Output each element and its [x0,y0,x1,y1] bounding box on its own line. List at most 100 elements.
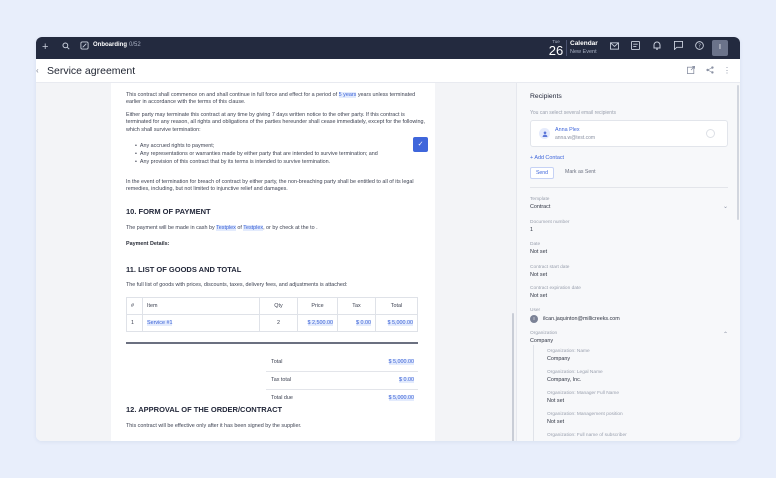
cell-index: 1 [126,314,143,332]
cell-item: Service #1 [142,314,260,332]
person-icon [539,128,550,139]
list-item: • Any provision of this contract that by… [135,158,331,165]
tree-line [533,345,534,441]
recipients-hint: You can select several email recipients [530,110,616,116]
user-avatar[interactable]: I [712,40,728,56]
document-viewer: This contract shall commence on and shal… [36,83,516,441]
total-value: $ 5,000.00 [388,359,414,365]
search-icon[interactable] [62,41,70,55]
org-subscriber-label: Organization: Full name of subscriber [547,433,627,438]
breach-paragraph: In the event of termination for breach o… [126,179,414,193]
calendar-title[interactable]: Calendar [570,40,598,47]
page-title: Service agreement [47,65,136,77]
total-due-value: $ 5,000.00 [388,395,414,401]
organization-select[interactable]: Company [530,338,553,344]
org-name-value[interactable]: Company [547,356,570,362]
mark-as-sent-button[interactable]: Mark as Sent [565,169,596,175]
share-icon[interactable] [706,66,714,76]
contract-start-value[interactable]: Not set [530,272,547,278]
termination-paragraph: Either party may terminate this contract… [126,112,425,133]
cell-qty: 2 [259,314,298,332]
cell-total: $ 5,000.00 [375,314,418,332]
contract-expiration-value[interactable]: Not set [530,293,547,299]
new-event-link[interactable]: New Event [570,49,597,55]
send-button[interactable]: Send [530,167,554,179]
app-window: + Onboarding 0/52 Tue 26 Calendar New Eve… [36,37,740,441]
panel-scrollbar[interactable] [737,85,739,220]
heading-approval: 12. APPROVAL OF THE ORDER/CONTRACT [126,405,283,414]
template-label: Template [530,197,550,202]
date-number: 26 [548,43,564,58]
list-item: • Any representations or warranties made… [135,150,378,157]
cell-price: $ 2,500.00 [297,314,338,332]
goods-intro: The full list of goods with prices, disc… [126,282,348,288]
recipients-title: Recipients [530,93,562,100]
user-label: User [530,308,541,313]
recipient-select-radio[interactable] [706,129,715,138]
recipient-name: Anna Plex [555,127,580,133]
confirm-check-button[interactable]: ✓ [413,137,428,152]
bell-icon[interactable] [653,41,661,55]
document-page: This contract shall commence on and shal… [111,83,435,441]
heading-list-of-goods: 11. LIST OF GOODS AND TOTAL [126,265,242,274]
user-avatar-small: I [530,315,538,323]
date-value[interactable]: Not set [530,249,547,255]
title-bar: ‹ Service agreement ⋮ [36,59,740,83]
contract-expiration-label: Contract expiration date [530,286,581,291]
document-number-value[interactable]: 1 [530,227,533,233]
onboarding-count: 0/52 [129,42,141,48]
cell-tax: $ 0.00 [337,314,376,332]
rocket-icon[interactable] [80,41,89,55]
table-header-row: # Item Qty Price Tax Total [126,297,418,315]
back-chevron-icon[interactable]: ‹ [36,66,39,75]
recipient-email: anna.w@test.com [555,135,596,141]
document-scrollbar[interactable] [512,313,514,441]
notes-icon[interactable] [631,41,640,55]
open-external-icon[interactable] [687,66,695,76]
goods-table: # Item Qty Price Tax Total 1 Service #1 … [126,297,418,332]
payment-details-label: Payment Details: [126,241,170,247]
highlight-payee[interactable]: Testplex [243,225,264,231]
more-vertical-icon[interactable]: ⋮ [723,66,731,75]
chevron-up-icon[interactable]: ⌃ [723,331,728,338]
chat-icon[interactable] [674,41,683,55]
highlight-term[interactable]: 5 years [338,92,357,98]
details-panel: Recipients You can select several email … [516,83,740,441]
table-row: 1 Service #1 2 $ 2,500.00 $ 0.00 $ 5,000… [126,314,418,332]
survival-list: • Any accrued rights to payment; • Any r… [135,143,378,166]
chevron-down-icon[interactable]: ⌄ [723,203,728,210]
today-date[interactable]: Tue 26 [546,39,566,58]
help-icon[interactable]: ? [695,41,704,55]
total-due-label: Total due [271,395,293,401]
org-legal-name-value[interactable]: Company, Inc. [547,377,581,383]
org-legal-name-label: Organization: Legal Name [547,370,603,375]
tax-total-label: Tax total [271,377,292,383]
col-header: Qty [259,297,298,315]
mail-icon[interactable] [610,41,619,55]
org-position-value[interactable]: Not set [547,419,564,425]
divider [530,187,728,188]
total-label: Total [271,359,283,365]
col-header: # [126,297,143,315]
heading-form-of-payment: 10. FORM OF PAYMENT [126,207,211,216]
user-value[interactable]: ilcan.jaquinton@millicreeks.com [543,316,620,322]
contract-start-label: Contract start date [530,265,570,270]
template-select[interactable]: Contract [530,204,550,210]
document-number-label: Document number [530,220,570,225]
divider [266,371,418,372]
onboarding-progress[interactable]: Onboarding 0/52 [93,42,141,48]
org-manager-value[interactable]: Not set [547,398,564,404]
recipient-card[interactable]: Anna Plex anna.w@test.com [530,120,728,147]
add-contact-link[interactable]: + Add Contact [530,155,564,161]
date-label: Date [530,242,541,247]
divider [566,40,567,56]
col-header: Tax [337,297,376,315]
term-paragraph: This contract shall commence on and shal… [126,92,416,106]
organization-label: Organization [530,331,558,336]
highlight-payer[interactable]: Testplex [216,225,236,231]
org-manager-label: Organization: Manager Full Name [547,391,619,396]
payment-paragraph: The payment will be made in cash by Test… [126,225,318,231]
plus-icon[interactable]: + [42,40,48,54]
list-item: • Any accrued rights to payment; [135,143,215,149]
divider [266,389,418,390]
